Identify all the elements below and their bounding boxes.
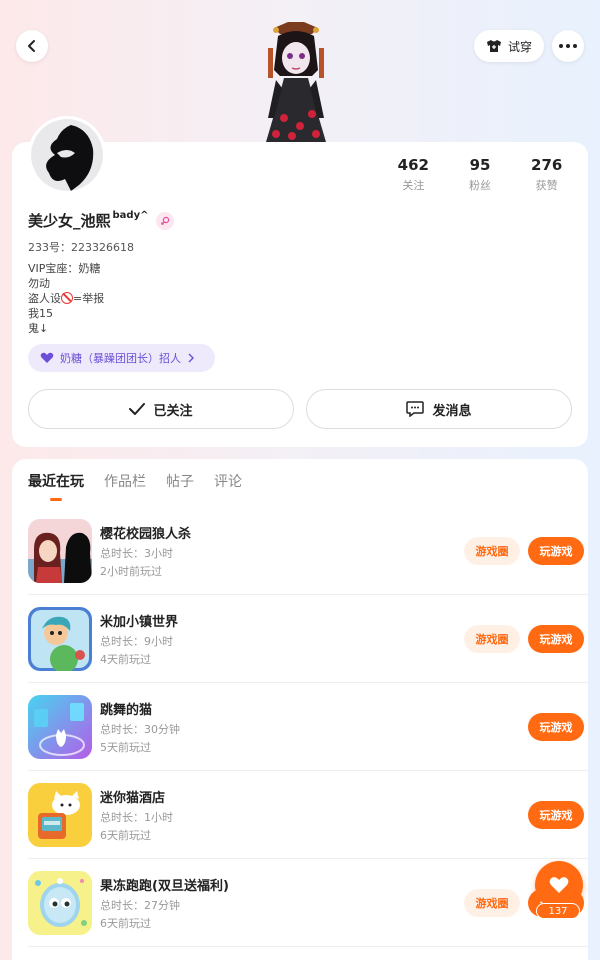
game-icon-jelly-run <box>28 871 92 935</box>
game-icon-mini-cat-hotel <box>28 783 92 847</box>
bio: VIP宝座：奶糖 勿动 盗人设 =举报 我15 鬼↓ <box>28 261 104 336</box>
game-icon-toca-world <box>28 607 92 671</box>
bio-line: VIP宝座：奶糖 <box>28 262 101 275</box>
game-title: 跳舞的猫 <box>100 703 153 718</box>
more-dots-icon <box>559 44 577 48</box>
stat-likes[interactable]: 276 获赞 <box>513 156 580 193</box>
message-label: 发消息 <box>432 403 472 419</box>
game-row[interactable]: 果冻跑跑(双旦送福利) 总时长：27分钟 6天前玩过 游戏圈 玩游戏 <box>28 859 588 947</box>
game-last-played: 6天前玩过 <box>100 917 151 930</box>
game-title: 果冻跑跑(双旦送福利) <box>100 879 229 894</box>
bio-line: 盗人设 =举报 <box>28 291 104 306</box>
stat-likes-value: 276 <box>531 156 563 174</box>
game-row[interactable]: 樱花校园狼人杀 总时长：3小时 2小时前玩过 游戏圈 玩游戏 <box>28 507 588 595</box>
chevron-left-icon <box>28 40 35 52</box>
game-duration: 总时长：1小时 <box>100 811 173 824</box>
recruit-badge[interactable]: 奶糖（暴躁团团长）招人 <box>28 344 215 372</box>
stat-followers-label: 粉丝 <box>469 179 491 192</box>
profile-tabs: 最近在玩 作品栏 帖子 评论 <box>28 471 242 501</box>
check-icon <box>129 403 146 415</box>
avatar[interactable] <box>28 116 106 194</box>
game-duration: 总时长：3小时 <box>100 547 173 560</box>
profile-stats: 462 关注 95 粉丝 276 获赞 <box>380 156 580 193</box>
try-on-label: 试穿 <box>507 39 532 54</box>
profile-actions: 已关注 发消息 <box>28 389 572 429</box>
bio-text: 盗人设 <box>28 292 61 305</box>
game-duration: 总时长：30分钟 <box>100 723 180 736</box>
game-last-played: 4天前玩过 <box>100 653 151 666</box>
game-title: 迷你猫酒店 <box>100 791 166 806</box>
like-count: 137 <box>536 903 580 919</box>
game-circle-button[interactable]: 游戏圈 <box>464 889 520 917</box>
stat-followers-value: 95 <box>469 156 491 174</box>
nickname-superscript: bady^ <box>112 210 149 221</box>
game-title: 米加小镇世界 <box>100 615 179 630</box>
heart-icon <box>549 877 569 893</box>
game-row[interactable]: 米加小镇世界 总时长：9小时 4天前玩过 游戏圈 玩游戏 <box>28 595 588 683</box>
game-row[interactable]: 迷你猫酒店 总时长：1小时 6天前玩过 玩游戏 <box>28 771 588 859</box>
stat-following-value: 462 <box>397 156 429 174</box>
shirt-icon <box>486 40 501 52</box>
female-gender-icon <box>156 211 175 230</box>
bio-line: 我15 <box>28 307 53 320</box>
followed-label: 已关注 <box>153 403 193 419</box>
game-icon-sakura-school <box>28 519 92 583</box>
chevron-right-icon <box>188 353 194 363</box>
game-last-played: 5天前玩过 <box>100 741 151 754</box>
stat-followers[interactable]: 95 粉丝 <box>447 156 514 193</box>
try-on-button[interactable]: 试穿 <box>474 30 544 62</box>
like-button[interactable] <box>535 861 583 909</box>
tab-comments[interactable]: 评论 <box>214 471 242 501</box>
game-title: 樱花校园狼人杀 <box>100 527 192 542</box>
game-icon-dancing-cat <box>28 695 92 759</box>
bio-line: 鬼↓ <box>28 322 49 335</box>
more-button[interactable] <box>552 30 584 62</box>
game-last-played: 6天前玩过 <box>100 829 151 842</box>
chat-bubble-icon <box>406 401 425 417</box>
game-duration: 总时长：27分钟 <box>100 899 180 912</box>
game-last-played: 2小时前玩过 <box>100 565 162 578</box>
game-duration: 总时长：9小时 <box>100 635 173 648</box>
game-circle-button[interactable]: 游戏圈 <box>464 625 520 653</box>
play-game-button[interactable]: 玩游戏 <box>528 625 584 653</box>
bio-line: 勿动 <box>28 277 50 290</box>
account-id: 233号：223326618 <box>28 241 134 254</box>
game-circle-button[interactable]: 游戏圈 <box>464 537 520 565</box>
stat-following-label: 关注 <box>402 179 425 192</box>
play-game-button[interactable]: 玩游戏 <box>528 537 584 565</box>
message-button[interactable]: 发消息 <box>306 389 572 429</box>
game-row[interactable]: 跳舞的猫 总时长：30分钟 5天前玩过 玩游戏 <box>28 683 588 771</box>
bio-text: =举报 <box>73 292 105 305</box>
tab-posts[interactable]: 帖子 <box>166 471 194 501</box>
stat-following[interactable]: 462 关注 <box>380 156 447 193</box>
tab-works[interactable]: 作品栏 <box>104 471 146 501</box>
nickname-text: 美少女_池熙 <box>28 212 111 230</box>
avatar-character-figure <box>254 18 338 144</box>
tab-recently-played[interactable]: 最近在玩 <box>28 471 84 501</box>
prohibited-icon <box>61 292 73 304</box>
play-game-button[interactable]: 玩游戏 <box>528 713 584 741</box>
recruit-label: 奶糖（暴躁团团长）招人 <box>60 352 181 365</box>
back-button[interactable] <box>16 30 48 62</box>
play-game-button[interactable]: 玩游戏 <box>528 801 584 829</box>
heart-icon <box>40 352 54 363</box>
recent-games-card: 最近在玩 作品栏 帖子 评论 樱花校园狼人杀 总时长：3小时 2小时前玩过 游戏… <box>12 459 588 960</box>
followed-button[interactable]: 已关注 <box>28 389 294 429</box>
stat-likes-label: 获赞 <box>535 179 558 192</box>
nickname: 美少女_池熙 bady^ <box>28 210 175 231</box>
